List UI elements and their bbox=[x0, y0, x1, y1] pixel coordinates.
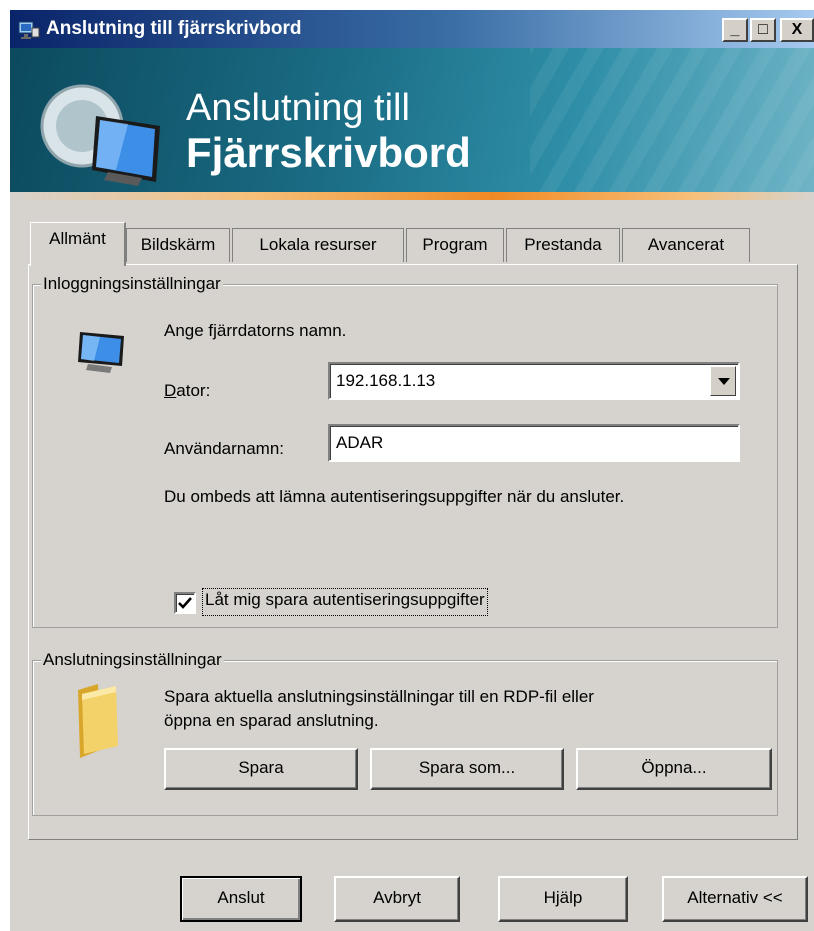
header-banner: Anslutning till Fjärrskrivbord bbox=[10, 48, 814, 192]
checkmark-icon bbox=[178, 597, 192, 609]
computer-value: 192.168.1.13 bbox=[336, 371, 436, 390]
remote-desktop-icon bbox=[18, 20, 40, 40]
dropdown-button[interactable] bbox=[710, 366, 736, 396]
computer-label-text: ator: bbox=[176, 381, 211, 400]
connection-description-line1: Spara aktuella anslutningsinställningar … bbox=[164, 687, 594, 706]
window-title: Anslutning till fjärrskrivbord bbox=[46, 18, 302, 39]
save-button[interactable]: Spara bbox=[164, 748, 358, 790]
computer-monitor-icon bbox=[74, 320, 130, 381]
banner-title-line2: Fjärrskrivbord bbox=[186, 129, 471, 176]
options-button[interactable]: Alternativ << bbox=[662, 876, 808, 922]
tab-bildskarm[interactable]: Bildskärm bbox=[126, 228, 230, 262]
username-value: ADAR bbox=[336, 433, 384, 452]
save-credentials-checkbox[interactable] bbox=[174, 592, 196, 614]
save-as-button[interactable]: Spara som... bbox=[370, 748, 564, 790]
tab-prestanda[interactable]: Prestanda bbox=[506, 228, 620, 262]
connection-settings-group: Anslutningsinställningar bbox=[32, 650, 778, 816]
username-label: Användarnamn: bbox=[164, 439, 285, 458]
banner-accent-line bbox=[10, 192, 814, 200]
computer-combobox[interactable]: 192.168.1.13 bbox=[328, 362, 740, 400]
computer-label-hotkey: D bbox=[164, 381, 177, 400]
connect-button[interactable]: Anslut bbox=[180, 876, 302, 922]
tab-program[interactable]: Program bbox=[406, 228, 504, 262]
maximize-button[interactable]: □ bbox=[750, 18, 776, 42]
tab-lokala-resurser[interactable]: Lokala resurser bbox=[232, 228, 404, 262]
minimize-button[interactable]: _ bbox=[722, 18, 748, 42]
username-field[interactable]: ADAR bbox=[328, 424, 740, 462]
banner-decoration bbox=[530, 48, 814, 192]
connection-description-line2: öppna en sparad anslutning. bbox=[164, 711, 379, 730]
computer-monitor-icon bbox=[38, 82, 168, 188]
connection-settings-label: Anslutningsinställningar bbox=[41, 650, 224, 670]
save-credentials-label[interactable]: Låt mig spara autentiseringsuppgifter bbox=[202, 588, 488, 616]
banner-title-line1: Anslutning till bbox=[186, 87, 410, 129]
cancel-button[interactable]: Avbryt bbox=[334, 876, 460, 922]
computer-label: Dator: bbox=[164, 380, 210, 402]
login-prompt: Ange fjärrdatorns namn. bbox=[164, 321, 347, 340]
tab-allmant[interactable]: Allmänt bbox=[30, 222, 126, 266]
close-button[interactable]: X bbox=[780, 18, 814, 42]
login-settings-label: Inloggningsinställningar bbox=[41, 274, 223, 294]
credentials-note: Du ombeds att lämna autentiseringsuppgif… bbox=[164, 487, 625, 506]
help-button[interactable]: Hjälp bbox=[498, 876, 628, 922]
remote-desktop-dialog: Anslutning till fjärrskrivbord _ □ X Ans… bbox=[10, 10, 814, 931]
folder-icon bbox=[72, 678, 124, 765]
open-button[interactable]: Öppna... bbox=[576, 748, 772, 790]
title-bar[interactable]: Anslutning till fjärrskrivbord _ □ X bbox=[10, 10, 814, 48]
tab-avancerat[interactable]: Avancerat bbox=[622, 228, 750, 262]
chevron-down-icon bbox=[718, 378, 730, 385]
